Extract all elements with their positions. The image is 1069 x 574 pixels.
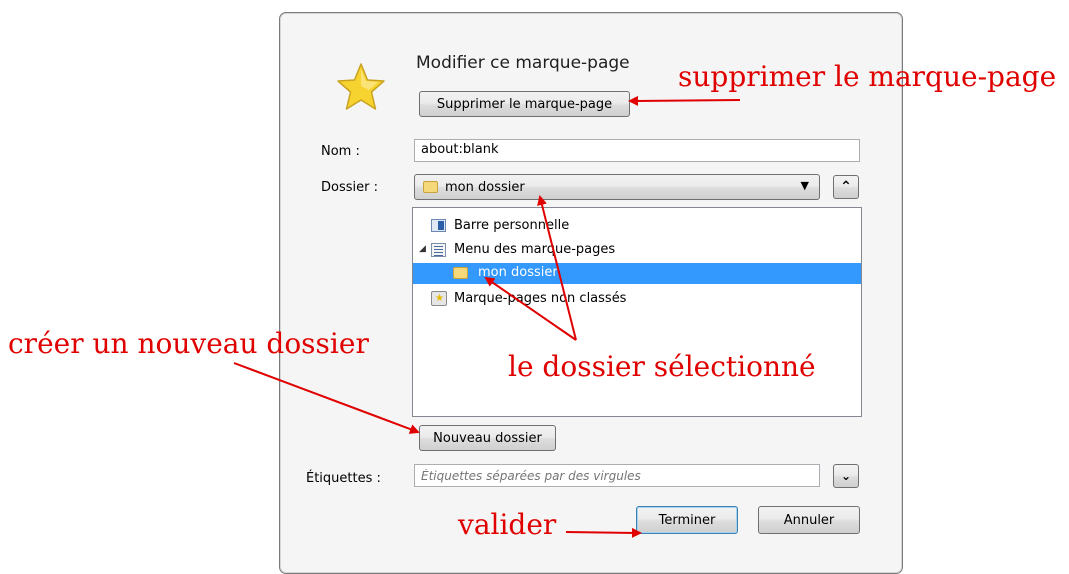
- arrow-new-folder: [233, 362, 420, 434]
- arrow-validate: [565, 527, 642, 538]
- annotation-arrows: [233, 95, 741, 538]
- arrow-remove: [628, 95, 741, 106]
